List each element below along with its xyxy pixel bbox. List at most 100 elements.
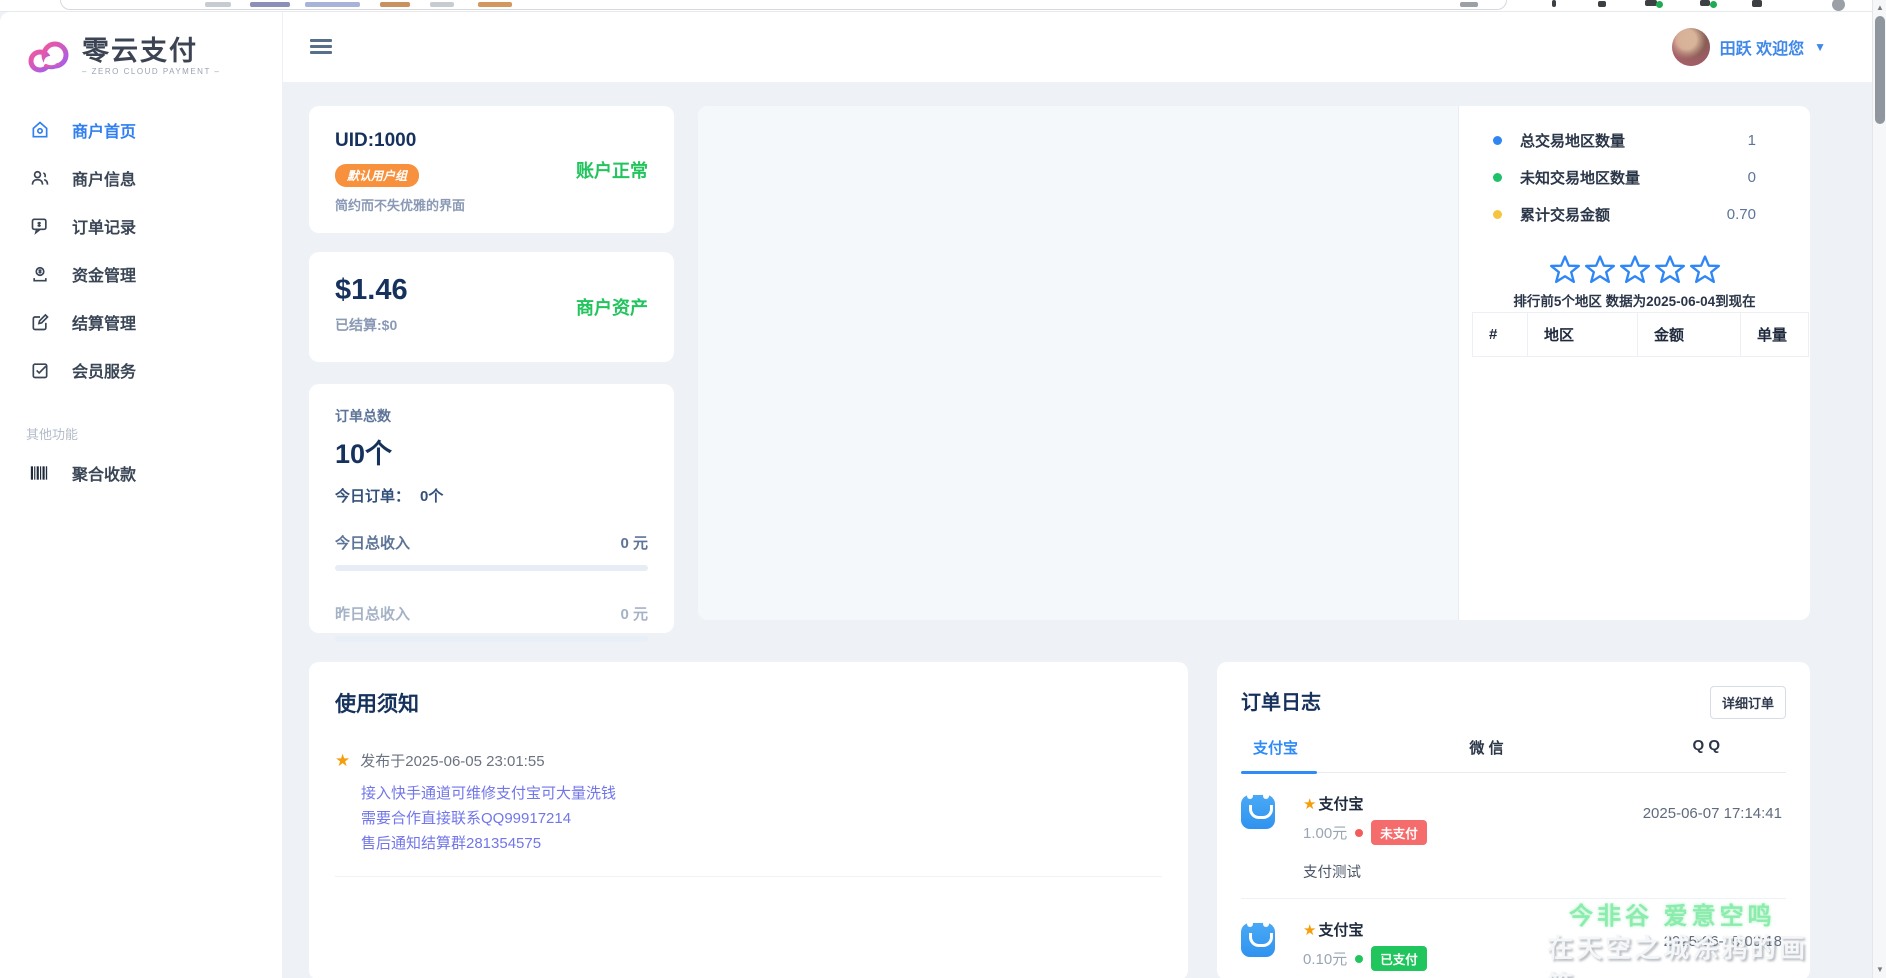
account-uid: UID:1000 [335,130,417,151]
sidebar-item-aggregated-collection[interactable]: 聚合收款 [0,449,282,497]
income-value: 0 元 [620,606,648,623]
address-text-fragment [380,2,410,7]
page-scrollbar[interactable]: ▲ ▼ [1872,0,1886,978]
notice-link[interactable]: 接入快手通道可维修支付宝可大量洗钱 [361,781,1162,806]
notice-title: 使用须知 [335,693,419,716]
sidebar-item-merchant-info[interactable]: 商户信息 [0,154,282,202]
sidebar-menu: 商户首页 商户信息 订单记录 资金管理 结算管理 会员服务 [0,106,282,394]
home-icon [32,121,48,138]
rank-caption: 排行前5个地区 数据为2025-06-04到现在 [1513,294,1756,309]
extension-icon[interactable] [1552,0,1556,7]
address-text-fragment [250,2,290,7]
sidebar-item-settlement-management[interactable]: 结算管理 [0,298,282,346]
scroll-down-arrow[interactable]: ▼ [1873,964,1886,976]
region-stats-card: 总交易地区数量 1 未知交易地区数量 0 累计交易金额 0.70 排行前5个地区… [698,106,1810,620]
stat-value: 1 [1747,132,1756,149]
account-card: UID:1000 默认用户组 简约而不失优雅的界面 账户正常 [309,106,674,233]
logo-title: 零云支付 [82,36,198,66]
user-menu[interactable]: 田跃 欢迎您 ▼ [1671,28,1826,66]
rating-stars [1459,255,1810,284]
star-icon [1654,255,1685,284]
menu-toggle-button[interactable] [310,39,332,55]
sidebar-item-label: 商户信息 [72,172,137,189]
users-icon [31,170,49,185]
income-row-today: 今日总收入 0 元 [335,532,648,571]
account-status: 账户正常 [576,160,648,181]
user-name: 田跃 欢迎您 [1719,41,1805,58]
cloud-logo-icon [28,41,69,73]
chevron-down-icon: ▼ [1814,40,1826,54]
stat-row-unknown-regions: 未知交易地区数量 0 [1459,159,1810,196]
star-icon [1549,255,1580,284]
notice-link[interactable]: 需要合作直接联系QQ99917214 [361,806,1162,831]
app-logo[interactable]: 零云支付 – ZERO CLOUD PAYMENT – [0,12,282,76]
stat-label: 未知交易地区数量 [1520,170,1641,187]
scroll-up-arrow[interactable]: ▲ [1873,2,1886,14]
browser-chrome-strip [0,0,1886,12]
sidebar-item-label: 结算管理 [72,316,137,333]
orders-total-label: 订单总数 [335,408,391,424]
orders-card: 订单总数 10个 今日订单： 0个 今日总收入 0 元 昨日总收入 0 元 [309,384,674,642]
stat-value: 0 [1747,169,1756,186]
entry-description: 支付测试 [1303,865,1361,881]
tab-alipay[interactable]: 支付宝 [1241,737,1409,772]
rank-table: # 地区 金额 单量 [1472,312,1809,357]
extension-icon[interactable] [1700,0,1710,6]
funds-icon [33,266,47,282]
order-record-icon [31,218,47,235]
entry-amount: 0.10元 [1303,951,1348,968]
star-icon [1619,255,1650,284]
income-value: 0 元 [620,535,648,552]
asset-label: 商户资产 [576,298,648,318]
sidebar-item-order-records[interactable]: 订单记录 [0,202,282,250]
sidebar-item-merchant-home[interactable]: 商户首页 [0,106,282,154]
status-badge-unpaid: 未支付 [1371,820,1427,845]
sidebar-item-member-services[interactable]: 会员服务 [0,346,282,394]
browser-avatar[interactable] [1832,0,1845,11]
detail-orders-button[interactable]: 详细订单 [1709,686,1786,719]
sidebar-item-funds-management[interactable]: 资金管理 [0,250,282,298]
notice-links: 接入快手通道可维修支付宝可大量洗钱 需要合作直接联系QQ99917214 售后通… [361,781,1162,856]
tab-wechat[interactable]: 微 信 [1409,737,1565,772]
address-text-fragment [478,2,512,7]
orders-today-value: 0个 [420,488,444,505]
member-icon [32,363,48,379]
user-group-badge: 默认用户组 [335,164,420,187]
assets-card: $1.46 已结算:$0 商户资产 [309,252,674,362]
orders-total-value: 10个 [335,439,393,469]
entry-channel: 支付宝 [1318,796,1364,813]
notice-link[interactable]: 售后通知结算群281354575 [361,831,1162,856]
stat-value: 0.70 [1726,206,1756,223]
orders-today-label: 今日订单： [335,488,411,505]
extension-icon[interactable] [1752,0,1762,7]
extension-icon[interactable] [1598,1,1606,7]
rank-col-count: 单量 [1740,312,1809,357]
income-label: 今日总收入 [335,535,411,552]
sidebar-item-label: 聚合收款 [72,467,137,484]
rank-col-region: 地区 [1527,312,1638,357]
rank-col-amount: 金额 [1637,312,1741,357]
tab-qq[interactable]: Q Q [1564,737,1786,772]
order-entry: ★ 支付宝 0.10元 已支付 付费资源-零云博客 2025-06-05 00:… [1241,899,1786,978]
order-log-tabs: 支付宝 微 信 Q Q [1241,737,1786,774]
address-text-fragment [430,2,454,7]
progress-track [335,636,648,642]
scrollbar-thumb[interactable] [1875,16,1885,124]
star-icon: ★ [335,750,351,770]
extension-badge [1656,1,1663,8]
usage-notice-card: 使用须知 ★ 发布于2025-06-05 23:01:55 接入快手通道可维修支… [309,662,1188,978]
settlement-icon [32,313,49,331]
order-log-title: 订单日志 [1241,692,1321,714]
user-avatar [1671,28,1710,66]
progress-track [335,565,648,571]
sidebar-item-label: 会员服务 [72,364,137,381]
address-text-fragment [305,2,360,7]
legend-dot-yellow [1493,210,1502,219]
sidebar-item-label: 资金管理 [72,268,137,285]
divider [335,876,1162,877]
bookmark-star-icon[interactable] [1460,2,1478,7]
logo-subtitle: – ZERO CLOUD PAYMENT – [82,67,221,76]
income-row-yesterday: 昨日总收入 0 元 [335,603,648,642]
alipay-order-icon [1241,793,1275,829]
star-icon [1689,255,1720,284]
